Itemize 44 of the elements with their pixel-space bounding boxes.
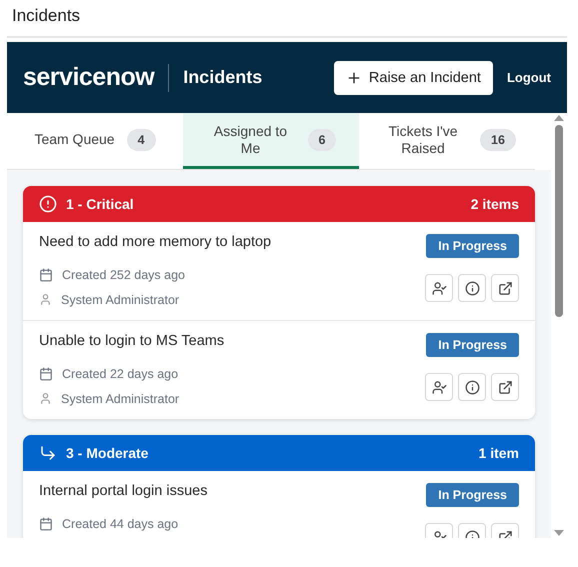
raise-incident-button[interactable]: Raise an Incident bbox=[334, 60, 493, 94]
created-date: Created 22 days ago bbox=[62, 366, 178, 380]
open-button[interactable] bbox=[491, 373, 519, 401]
info-button[interactable] bbox=[458, 373, 486, 401]
created-date: Created 252 days ago bbox=[62, 268, 186, 282]
priority-label: 1 - Critical bbox=[66, 196, 135, 212]
incident-title: Need to add more memory to laptop bbox=[39, 234, 272, 250]
user-check-icon bbox=[432, 280, 446, 296]
count-badge: 16 bbox=[480, 128, 516, 150]
assignee: System Administrator bbox=[61, 392, 180, 406]
item-count: 2 items bbox=[470, 196, 519, 212]
calendar-icon bbox=[39, 516, 53, 530]
logout-link[interactable]: Logout bbox=[506, 70, 551, 85]
status-badge: In Progress bbox=[426, 333, 519, 357]
person-icon bbox=[39, 293, 52, 306]
created-date: Created 44 days ago bbox=[62, 516, 178, 530]
open-button[interactable] bbox=[491, 274, 519, 302]
external-link-icon bbox=[498, 380, 512, 394]
header-title: Incidents bbox=[183, 67, 264, 88]
item-count: 1 item bbox=[478, 445, 519, 461]
tab[interactable]: Assigned to Me 6 bbox=[183, 113, 359, 169]
external-link-icon bbox=[498, 280, 512, 296]
calendar-icon bbox=[39, 268, 53, 282]
info-button[interactable] bbox=[458, 274, 486, 302]
incident-title: Internal portal login issues bbox=[39, 483, 208, 499]
count-badge: 4 bbox=[126, 128, 156, 150]
info-icon bbox=[464, 380, 480, 394]
count-badge: 6 bbox=[308, 128, 336, 150]
user-check-icon bbox=[432, 380, 446, 394]
calendar-icon bbox=[39, 366, 53, 380]
assign-button[interactable] bbox=[425, 373, 453, 401]
assign-button[interactable] bbox=[425, 274, 453, 302]
arrow-icon bbox=[39, 444, 57, 462]
plus-icon bbox=[346, 70, 362, 86]
status-badge: In Progress bbox=[426, 234, 519, 258]
priority-label: 3 - Moderate bbox=[66, 445, 150, 461]
incident-title: Unable to login to MS Teams bbox=[39, 333, 226, 349]
alert-icon bbox=[39, 195, 57, 213]
status-badge: In Progress bbox=[426, 483, 519, 507]
page-title: Incidents bbox=[7, 0, 567, 38]
logo: servicenow bbox=[23, 63, 154, 92]
person-icon bbox=[39, 392, 52, 405]
assignee: System Administrator bbox=[61, 292, 180, 306]
info-icon bbox=[464, 280, 480, 296]
